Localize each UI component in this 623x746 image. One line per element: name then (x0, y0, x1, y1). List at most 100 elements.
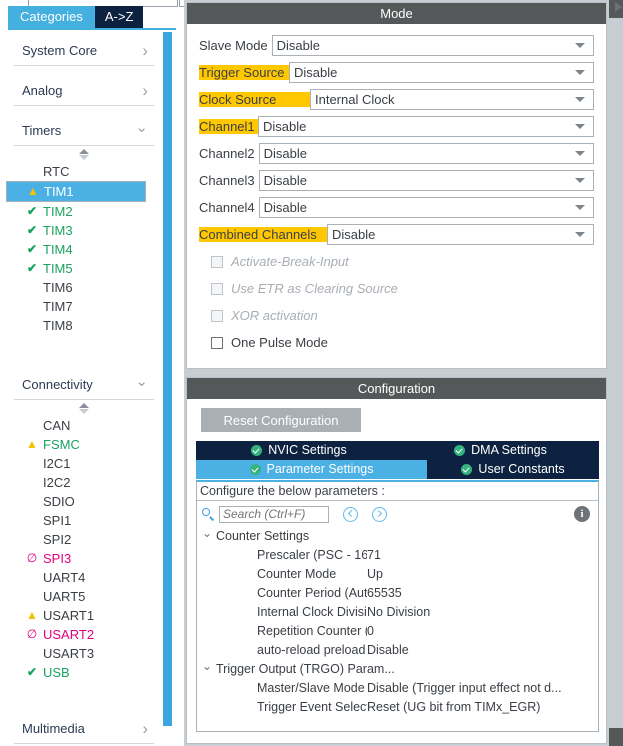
sidebar-scrollbar[interactable] (163, 32, 172, 726)
sidebar-item-i2c1[interactable]: I2C1 (14, 454, 154, 473)
sidebar-item-tim5[interactable]: ✔ TIM5 (14, 259, 154, 278)
check-icon: ✔ (26, 204, 38, 218)
configure-hint: Configure the below parameters : (197, 482, 598, 501)
sidebar-item-uart4[interactable]: UART4 (14, 568, 154, 587)
xor-activation-label: XOR activation (231, 308, 318, 323)
tab-label: User Constants (478, 462, 565, 476)
combined-channels-select[interactable]: Disable (327, 224, 594, 245)
trigger-source-select[interactable]: Disable (289, 62, 594, 83)
next-match-button[interactable] (372, 506, 387, 522)
tab-dma-settings[interactable]: DMA Settings (402, 441, 599, 460)
channel2-select[interactable]: Disable (258, 143, 594, 164)
channel3-value: Disable (263, 173, 308, 188)
sidebar-group-label: Multimedia (22, 721, 85, 736)
sidebar-item-label: TIM2 (43, 204, 73, 219)
param-value: 71 (367, 548, 381, 562)
param-row-repetition-counter[interactable]: Repetition Counter (R... 0 (197, 622, 598, 641)
parameter-table: Counter Settings Prescaler (PSC - 16 bi.… (197, 527, 598, 717)
tab-parameter-settings[interactable]: Parameter Settings (196, 460, 427, 479)
connectivity-scroll-spinner[interactable] (14, 400, 154, 416)
sidebar-item-tim1[interactable]: ▲ TIM1 (6, 181, 146, 202)
channel1-select[interactable]: Disable (258, 116, 594, 137)
use-etr-clearing-source-checkbox[interactable] (211, 282, 223, 295)
scrollbar-thumb-bottom[interactable] (609, 728, 623, 746)
tab-categories[interactable]: Categories (8, 6, 95, 28)
param-row-trigger-event-selection[interactable]: Trigger Event Selection Reset (UG bit fr… (197, 698, 598, 717)
pane-scrollbar[interactable] (609, 0, 623, 746)
param-row-counter-mode[interactable]: Counter Mode Up (197, 565, 598, 584)
sidebar-group-system-core[interactable]: System Core (14, 36, 154, 66)
sidebar-item-spi2[interactable]: SPI2 (14, 530, 154, 549)
connectivity-list: CAN ▲ FSMC I2C1 I2C2 SDIO SPI1 SPI2 ∅ SPI3… (14, 416, 154, 682)
previous-match-button[interactable] (343, 506, 358, 522)
search-input[interactable] (219, 505, 329, 523)
sidebar-group-multimedia[interactable]: Multimedia (14, 714, 154, 744)
sidebar-group-analog[interactable]: Analog (14, 76, 154, 106)
sidebar-item-label: TIM6 (43, 280, 73, 295)
param-group-trigger-output[interactable]: Trigger Output (TRGO) Param... (197, 660, 598, 679)
sidebar-item-sdio[interactable]: SDIO (14, 492, 154, 511)
param-row-prescaler[interactable]: Prescaler (PSC - 16 bi... 71 (197, 546, 598, 565)
sidebar-item-fsmc[interactable]: ▲ FSMC (14, 435, 154, 454)
timers-scroll-spinner[interactable] (14, 146, 154, 162)
sidebar-item-tim4[interactable]: ✔ TIM4 (14, 240, 154, 259)
sidebar-item-spi3[interactable]: ∅ SPI3 (14, 549, 154, 568)
sidebar-item-uart5[interactable]: UART5 (14, 587, 154, 606)
param-group-counter-settings[interactable]: Counter Settings (197, 527, 598, 546)
sidebar-item-tim8[interactable]: TIM8 (14, 316, 154, 335)
info-icon[interactable]: i (574, 506, 590, 522)
tab-user-constants[interactable]: User Constants (427, 460, 599, 479)
clock-source-value: Internal Clock (315, 92, 395, 107)
sidebar-item-spi1[interactable]: SPI1 (14, 511, 154, 530)
sidebar-item-i2c2[interactable]: I2C2 (14, 473, 154, 492)
tab-nvic-settings[interactable]: NVIC Settings (196, 441, 402, 460)
sidebar-item-label: TIM4 (43, 242, 73, 257)
sidebar-item-tim7[interactable]: TIM7 (14, 297, 154, 316)
check-icon: ✔ (26, 223, 38, 237)
checkbox-row-one-pulse-mode[interactable]: One Pulse Mode (199, 329, 594, 356)
activate-break-input-checkbox[interactable] (211, 255, 223, 268)
slave-mode-select[interactable]: Disable (271, 35, 594, 56)
clock-source-select[interactable]: Internal Clock (310, 89, 594, 110)
param-name: Repetition Counter (R... (257, 624, 367, 638)
channel4-select[interactable]: Disable (258, 197, 594, 218)
sidebar-group-connectivity[interactable]: Connectivity CAN ▲ FSMC I2C1 I2C2 SDIO SP… (14, 370, 154, 682)
sidebar-item-tim3[interactable]: ✔ TIM3 (14, 221, 154, 240)
sidebar-item-usart1[interactable]: ▲ USART1 (14, 606, 154, 625)
sidebar-item-usart3[interactable]: USART3 (14, 644, 154, 663)
channel3-select[interactable]: Disable (258, 170, 594, 191)
sidebar-item-tim6[interactable]: TIM6 (14, 278, 154, 297)
sidebar-group-timers[interactable]: Timers RTC ▲ TIM1 ✔ TIM2 ✔ TIM3 ✔ TIM4 ✔ TIM5… (6, 116, 154, 335)
sidebar-item-label: TIM7 (43, 299, 73, 314)
sidebar-item-usb[interactable]: ✔ USB (14, 663, 154, 682)
one-pulse-mode-checkbox[interactable] (211, 336, 223, 349)
mode-fields: Slave Mode Disable Trigger Source Disabl… (187, 24, 606, 356)
sidebar-item-label: SPI3 (43, 551, 72, 566)
sidebar-item-rtc[interactable]: RTC (14, 162, 154, 181)
param-row-auto-reload-preload[interactable]: auto-reload preload Disable (197, 641, 598, 660)
sidebar-item-tim2[interactable]: ✔ TIM2 (14, 202, 154, 221)
param-name: Trigger Event Selection (257, 700, 367, 714)
checkbox-row-activate-break-input[interactable]: Activate-Break-Input (199, 248, 594, 275)
param-row-internal-clock-division[interactable]: Internal Clock Division... No Division (197, 603, 598, 622)
activate-break-input-label: Activate-Break-Input (231, 254, 349, 269)
sidebar-item-can[interactable]: CAN (14, 416, 154, 435)
xor-activation-checkbox[interactable] (211, 309, 223, 322)
tab-a-to-z[interactable]: A->Z (94, 6, 144, 28)
sidebar-group-label: System Core (22, 43, 98, 58)
param-value: 65535 (367, 586, 402, 600)
sidebar-item-label: USART1 (43, 608, 95, 623)
chevron-right-icon (142, 720, 148, 737)
combined-channels-label: Combined Channels (199, 227, 327, 242)
param-row-counter-period[interactable]: Counter Period (AutoR... 65535 (197, 584, 598, 603)
mode-row-channel4: Channel4 Disable (199, 194, 594, 221)
param-row-master-slave-mode[interactable]: Master/Slave Mode (M... Disable (Trigger… (197, 679, 598, 698)
reset-configuration-button[interactable]: Reset Configuration (201, 408, 361, 432)
trigger-source-value: Disable (294, 65, 338, 80)
checkbox-row-use-etr-clearing-source[interactable]: Use ETR as Clearing Source (199, 275, 594, 302)
channel2-value: Disable (263, 146, 308, 161)
scroll-arrow-icon[interactable] (615, 2, 622, 12)
sidebar-tabs: Categories A->Z (8, 6, 144, 28)
checkbox-row-xor-activation[interactable]: XOR activation (199, 302, 594, 329)
sidebar-item-usart2[interactable]: ∅ USART2 (14, 625, 154, 644)
